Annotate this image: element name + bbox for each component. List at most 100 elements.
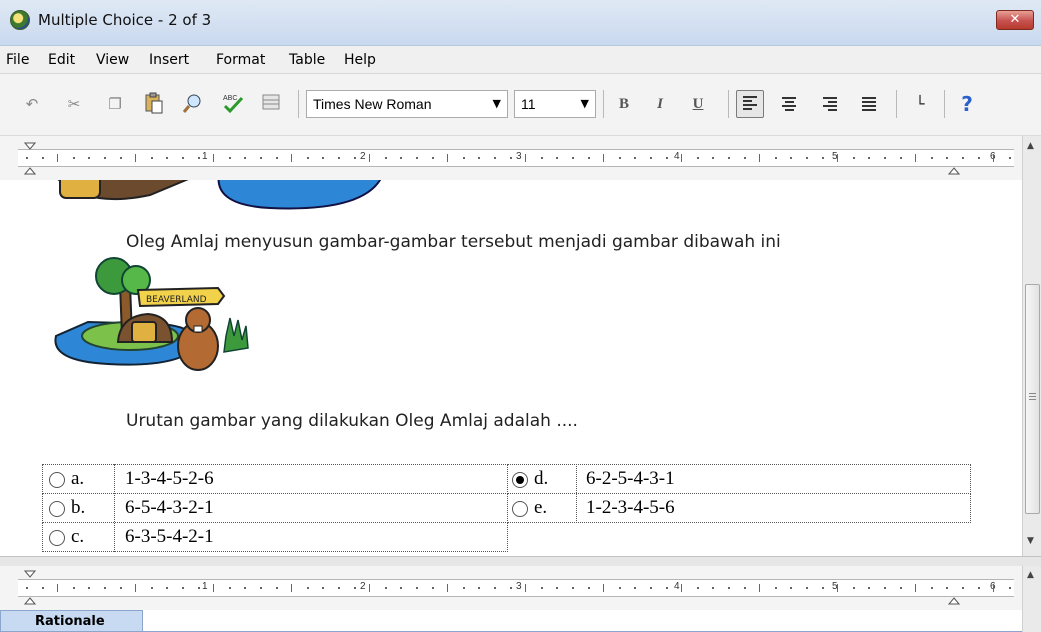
copy-icon[interactable]: ❐ — [103, 92, 127, 116]
table-icon[interactable] — [259, 92, 283, 116]
ruler-tick — [182, 157, 184, 159]
ruler-tick — [556, 587, 559, 589]
ruler-tick — [634, 157, 637, 159]
ruler-tick — [306, 587, 309, 589]
menu-help[interactable]: Help — [344, 52, 376, 68]
radio-a[interactable] — [49, 472, 65, 488]
close-button[interactable]: ✕ — [996, 10, 1034, 30]
ruler-tick — [946, 157, 949, 159]
column-divider — [576, 464, 577, 523]
ruler-tick — [587, 587, 590, 589]
ruler-tick — [182, 587, 184, 589]
scroll-up-icon[interactable]: ▲ — [1027, 141, 1034, 151]
menu-file[interactable]: File — [6, 52, 29, 68]
font-size-select[interactable]: 11 ▼ — [514, 90, 596, 118]
ruler-tick — [774, 157, 777, 159]
radio-c[interactable] — [49, 530, 65, 546]
app-icon — [10, 10, 30, 30]
ruler-tick — [338, 587, 340, 589]
tab-stop-icon[interactable]: └ — [908, 92, 932, 116]
scroll-up-icon[interactable]: ▲ — [1027, 570, 1034, 580]
help-icon[interactable]: ? — [955, 92, 979, 116]
ruler-tick — [26, 587, 28, 589]
menu-insert[interactable]: Insert — [149, 52, 189, 68]
ruler-tick — [587, 157, 590, 159]
ruler-tick — [790, 587, 793, 589]
rationale-vertical-scrollbar[interactable]: ▲ — [1022, 566, 1041, 632]
ruler-tick — [852, 157, 855, 159]
ruler-tick — [104, 157, 106, 159]
ruler-tick — [197, 157, 200, 159]
cut-icon[interactable]: ✂ — [62, 92, 86, 116]
ruler-tick — [899, 587, 902, 589]
ruler-tick — [993, 154, 995, 162]
option-letter: c. — [71, 526, 85, 547]
ruler-tick — [837, 584, 839, 592]
ruler-tick — [462, 587, 465, 589]
menu-view[interactable]: View — [96, 52, 129, 68]
toolbar-separator — [728, 90, 729, 118]
ruler-tick — [119, 587, 122, 589]
ruler-tick — [540, 587, 543, 589]
ruler-tick — [478, 587, 481, 589]
left-indent-marker[interactable] — [24, 594, 36, 606]
paste-icon[interactable] — [142, 92, 166, 116]
ruler-tick — [166, 157, 169, 159]
ruler-tick — [353, 587, 356, 589]
chevron-down-icon[interactable]: ▼ — [493, 97, 501, 110]
align-left-icon[interactable] — [736, 90, 764, 118]
find-icon[interactable] — [181, 92, 205, 116]
undo-icon[interactable]: ↶ — [20, 92, 44, 116]
scrollbar-thumb[interactable] — [1025, 284, 1040, 514]
first-line-indent-marker[interactable] — [24, 570, 36, 582]
menu-format[interactable]: Format — [216, 52, 265, 68]
answer-option-b[interactable]: b. 6-5-4-3-2-1 — [42, 493, 508, 523]
ruler-tick — [837, 154, 839, 162]
ruler-tick — [852, 587, 855, 589]
ruler-tick — [291, 584, 293, 592]
ruler-tick — [603, 584, 605, 592]
ruler-tick — [915, 154, 917, 162]
ruler-tick — [743, 157, 746, 159]
ruler-tick — [509, 587, 512, 589]
align-right-icon[interactable] — [818, 92, 842, 116]
pane-splitter[interactable] — [0, 556, 1041, 566]
first-line-indent-marker[interactable] — [24, 142, 36, 154]
chevron-down-icon[interactable]: ▼ — [581, 97, 589, 110]
document-vertical-scrollbar[interactable]: ▲ ▼ — [1022, 136, 1041, 556]
ruler-tick — [930, 157, 933, 159]
menu-table[interactable]: Table — [289, 52, 325, 68]
bold-button[interactable]: B — [612, 92, 636, 116]
ruler-tick — [228, 157, 231, 159]
ruler-tick — [478, 157, 481, 159]
scroll-down-icon[interactable]: ▼ — [1027, 536, 1034, 546]
radio-d[interactable] — [512, 472, 528, 488]
justify-icon[interactable] — [857, 92, 881, 116]
underline-button[interactable]: U — [686, 92, 710, 116]
ruler-tick — [665, 587, 668, 589]
right-indent-marker[interactable] — [948, 594, 960, 606]
ruler-track: 1 2 3 4 5 6 — [18, 579, 1014, 597]
ruler-tick — [728, 157, 730, 159]
ruler-tick — [946, 587, 949, 589]
radio-b[interactable] — [49, 501, 65, 517]
radio-e[interactable] — [512, 501, 528, 517]
bottom-ruler[interactable]: 1 2 3 4 5 6 — [0, 566, 1022, 610]
menu-edit[interactable]: Edit — [48, 52, 75, 68]
ruler-tick — [993, 584, 995, 592]
title-bar: Multiple Choice - 2 of 3 ✕ — [0, 0, 1041, 46]
italic-button[interactable]: I — [648, 92, 672, 116]
ruler-number: 1 — [202, 581, 208, 592]
font-name-select[interactable]: Times New Roman ▼ — [306, 90, 508, 118]
right-indent-marker[interactable] — [948, 164, 960, 176]
answer-option-a[interactable]: a. 1-3-4-5-2-6 — [42, 464, 508, 494]
align-center-icon[interactable] — [777, 92, 801, 116]
document-area[interactable]: Oleg Amlaj menyusun gambar-gambar terseb… — [0, 180, 1022, 556]
answer-option-c[interactable]: c. 6-3-5-4-2-1 — [42, 522, 508, 552]
ruler-tick — [353, 157, 356, 159]
spellcheck-icon[interactable]: ABC — [221, 92, 245, 116]
left-indent-marker[interactable] — [24, 164, 36, 176]
top-ruler[interactable]: 1 2 3 4 5 6 — [0, 136, 1022, 180]
tab-rationale[interactable]: Rationale — [0, 610, 143, 632]
option-letter: b. — [71, 497, 86, 518]
